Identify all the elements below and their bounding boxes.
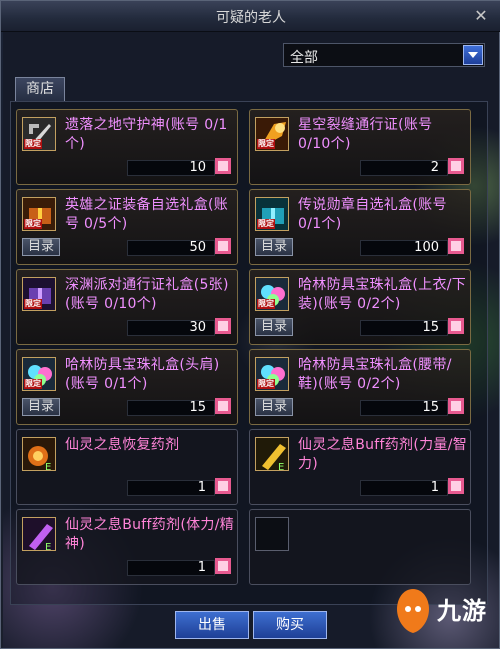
item-name: 英雄之证装备自选礼盒(账号 0/5个) <box>65 197 229 232</box>
orb-icon: 限定 <box>22 357 56 391</box>
buy-button[interactable]: 购买 <box>253 611 327 639</box>
limited-badge: 限定 <box>24 299 42 309</box>
coin-icon <box>448 478 464 494</box>
item-name: 哈林防具宝珠礼盒(腰带/鞋)(账号 0/2个) <box>298 357 452 392</box>
logo-text: 九游 <box>437 597 487 625</box>
sell-button[interactable]: 出售 <box>175 611 249 639</box>
chevron-down-icon[interactable] <box>463 45 483 65</box>
item-name: 深渊派对通行证礼盒(5张)(账号 0/10个) <box>65 277 229 312</box>
limited-badge: 限定 <box>24 379 42 389</box>
potion-icon: E <box>22 437 56 471</box>
item-name: 传说勋章自选礼盒(账号 0/1个) <box>298 197 447 232</box>
item-price: 15 <box>127 400 215 416</box>
close-icon[interactable]: ✕ <box>471 6 491 26</box>
item-price: 30 <box>127 320 215 336</box>
tab-shop[interactable]: 商店 <box>15 77 65 101</box>
limited-badge: 限定 <box>257 299 275 309</box>
coin-icon <box>448 238 464 254</box>
shop-item[interactable]: E 仙灵之息恢复药剂 1 <box>16 429 238 505</box>
pass-icon: 限定 <box>255 117 289 151</box>
shop-item[interactable]: 限定 哈林防具宝珠礼盒(腰带/鞋)(账号 0/2个) 目录 15 <box>249 349 471 425</box>
potion-icon: E <box>255 437 289 471</box>
guardian-icon: 限定 <box>22 117 56 151</box>
watermark-logo: 九游 <box>393 585 497 645</box>
item-name: 遗落之地守护神(账号 0/1个) <box>65 117 228 152</box>
limited-badge: 限定 <box>24 219 42 229</box>
svg-text:E: E <box>45 462 51 471</box>
shop-item[interactable]: 限定 哈林防具宝珠礼盒(头肩)(账号 0/1个) 目录 15 <box>16 349 238 425</box>
svg-text:E: E <box>45 542 51 551</box>
item-name: 哈林防具宝珠礼盒(上衣/下装)(账号 0/2个) <box>298 277 467 312</box>
item-price: 50 <box>127 240 215 256</box>
gift-box-icon: 限定 <box>255 197 289 231</box>
category-dropdown-value: 全部 <box>290 50 318 66</box>
shop-window: 可疑的老人 ✕ 全部 商店 限定 遗落之地守护神(账号 0/1个) 10 限定 … <box>0 0 500 649</box>
empty-slot <box>249 509 471 585</box>
coin-icon <box>448 158 464 174</box>
title-bar[interactable]: 可疑的老人 ✕ <box>1 1 500 32</box>
item-name: 仙灵之息恢复药剂 <box>65 437 180 453</box>
shop-item[interactable]: 限定 遗落之地守护神(账号 0/1个) 10 <box>16 109 238 185</box>
shop-item[interactable]: E 仙灵之息Buff药剂(力量/智力) 1 <box>249 429 471 505</box>
catalog-button[interactable]: 目录 <box>255 398 293 416</box>
shop-item[interactable]: E 仙灵之息Buff药剂(体力/精神) 1 <box>16 509 238 585</box>
window-title: 可疑的老人 <box>216 10 286 26</box>
item-price: 15 <box>360 400 448 416</box>
catalog-button[interactable]: 目录 <box>255 238 293 256</box>
shop-item[interactable]: 限定 哈林防具宝珠礼盒(上衣/下装)(账号 0/2个) 目录 15 <box>249 269 471 345</box>
orb-icon: 限定 <box>255 277 289 311</box>
shop-item[interactable]: 限定 深渊派对通行证礼盒(5张)(账号 0/10个) 30 <box>16 269 238 345</box>
limited-badge: 限定 <box>257 379 275 389</box>
empty-slot-icon <box>255 517 289 551</box>
catalog-button[interactable]: 目录 <box>22 398 60 416</box>
gift-box-icon: 限定 <box>22 277 56 311</box>
gift-box-icon: 限定 <box>22 197 56 231</box>
coin-icon <box>215 158 231 174</box>
item-name: 哈林防具宝珠礼盒(头肩)(账号 0/1个) <box>65 357 220 392</box>
item-name: 仙灵之息Buff药剂(力量/智力) <box>298 437 468 472</box>
item-name: 仙灵之息Buff药剂(体力/精神) <box>65 517 235 552</box>
coin-icon <box>448 318 464 334</box>
coin-icon <box>215 478 231 494</box>
fox-logo-icon <box>397 589 429 633</box>
coin-icon <box>215 238 231 254</box>
item-price: 10 <box>127 160 215 176</box>
limited-badge: 限定 <box>257 219 275 229</box>
category-dropdown[interactable]: 全部 <box>283 43 485 67</box>
coin-icon <box>215 318 231 334</box>
potion-icon: E <box>22 517 56 551</box>
item-price: 15 <box>360 320 448 336</box>
coin-icon <box>215 558 231 574</box>
item-name: 星空裂缝通行证(账号 0/10个) <box>298 117 433 152</box>
catalog-button[interactable]: 目录 <box>255 318 293 336</box>
limited-badge: 限定 <box>257 139 275 149</box>
shop-item[interactable]: 限定 星空裂缝通行证(账号 0/10个) 2 <box>249 109 471 185</box>
svg-text:E: E <box>278 462 284 471</box>
item-price: 100 <box>360 240 448 256</box>
item-price: 2 <box>360 160 448 176</box>
item-grid: 限定 遗落之地守护神(账号 0/1个) 10 限定 星空裂缝通行证(账号 0/1… <box>10 101 488 605</box>
item-price: 1 <box>127 480 215 496</box>
orb-icon: 限定 <box>255 357 289 391</box>
item-price: 1 <box>127 560 215 576</box>
limited-badge: 限定 <box>24 139 42 149</box>
coin-icon <box>215 398 231 414</box>
coin-icon <box>448 398 464 414</box>
item-price: 1 <box>360 480 448 496</box>
shop-item[interactable]: 限定 传说勋章自选礼盒(账号 0/1个) 目录 100 <box>249 189 471 265</box>
shop-item[interactable]: 限定 英雄之证装备自选礼盒(账号 0/5个) 目录 50 <box>16 189 238 265</box>
catalog-button[interactable]: 目录 <box>22 238 60 256</box>
